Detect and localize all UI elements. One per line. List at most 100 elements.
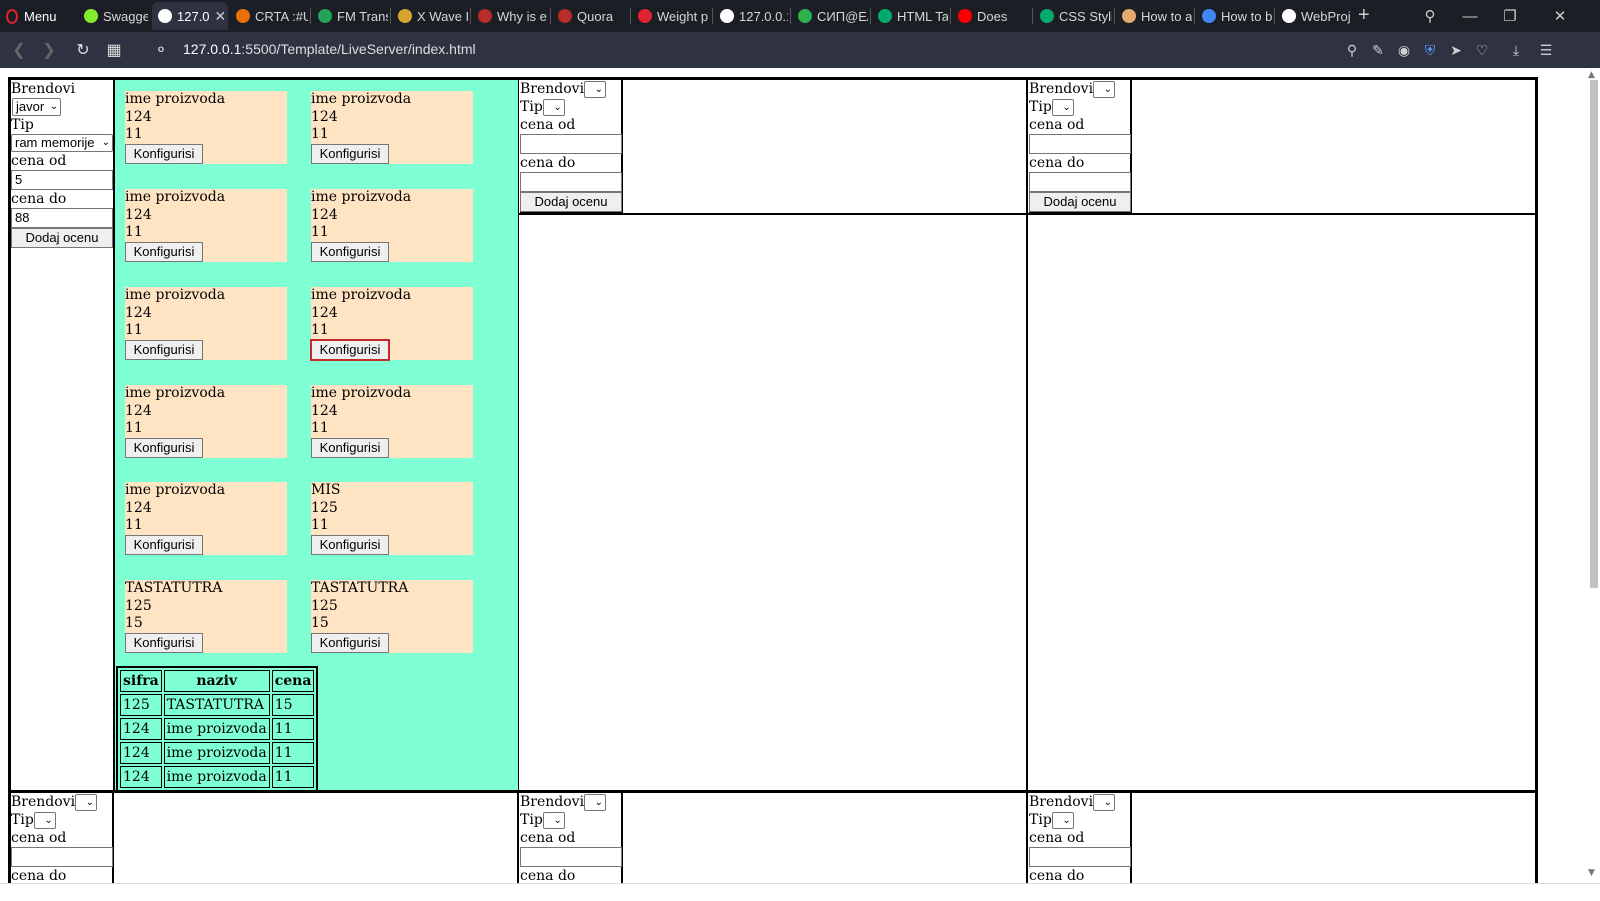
- add-rating-button[interactable]: Dodaj ocenu: [11, 228, 113, 248]
- type-select[interactable]: ⌄: [542, 811, 565, 829]
- brands-select[interactable]: ⌄: [584, 793, 607, 811]
- brands-label: Brendovi: [11, 81, 76, 97]
- configure-button[interactable]: Konfigurisi: [311, 242, 389, 262]
- product-code: 125: [311, 597, 338, 614]
- browser-tab[interactable]: Why is e: [472, 2, 548, 30]
- table-header: sifra: [120, 670, 162, 692]
- type-select[interactable]: ⌄: [1051, 811, 1074, 829]
- browser-tab[interactable]: How to b: [1196, 2, 1272, 30]
- tab-favicon-icon: [1040, 9, 1054, 23]
- brands-select[interactable]: ⌄: [584, 80, 607, 98]
- scrollbar-thumb[interactable]: [1590, 80, 1598, 588]
- price-from-input[interactable]: 5: [11, 170, 113, 190]
- brands-label: Brendovi: [520, 794, 585, 810]
- scroll-up-icon[interactable]: ▲: [1588, 70, 1595, 80]
- add-rating-button[interactable]: Dodaj ocenu: [1029, 192, 1131, 212]
- price-from-input[interactable]: [520, 847, 622, 867]
- easy-setup-icon[interactable]: ☰: [1534, 32, 1558, 68]
- browser-tab[interactable]: Weight p: [632, 2, 710, 30]
- shield-icon[interactable]: ⛨: [1418, 32, 1442, 68]
- heart-icon[interactable]: ♡: [1470, 32, 1494, 68]
- price-to-input[interactable]: [520, 172, 622, 192]
- browser-tab[interactable]: HTML Ta: [872, 2, 948, 30]
- brands-select[interactable]: javor ⌄: [12, 98, 62, 116]
- tab-label: WebProj: [1301, 8, 1351, 24]
- forward-button[interactable]: ❯: [36, 32, 62, 68]
- tab-favicon-icon: [878, 9, 892, 23]
- configure-button[interactable]: Konfigurisi: [125, 340, 203, 360]
- tab-label: How to a: [1141, 8, 1192, 24]
- tab-separator: [310, 8, 311, 24]
- page-scrollbar[interactable]: ▲ ▼: [1568, 68, 1600, 883]
- product-name: ime proizvoda: [125, 482, 226, 498]
- browser-tab[interactable]: Does: [952, 2, 1030, 30]
- configure-button[interactable]: Konfigurisi: [125, 633, 203, 653]
- close-tab-icon[interactable]: ✕: [215, 8, 227, 25]
- price-from-input[interactable]: [11, 847, 113, 867]
- table-cell: 125: [120, 694, 162, 716]
- browser-tab[interactable]: CSS Styli: [1034, 2, 1112, 30]
- product-name: ime proizvoda: [125, 385, 226, 401]
- restore-button[interactable]: ❐: [1490, 0, 1530, 32]
- browser-tab[interactable]: 127.0 ✕: [152, 2, 228, 30]
- configure-button[interactable]: Konfigurisi: [125, 535, 203, 555]
- minimize-button[interactable]: —: [1450, 0, 1490, 32]
- type-label: Tip: [1029, 812, 1052, 828]
- price-to-label: cena do: [520, 868, 576, 883]
- edit-icon[interactable]: ✎: [1366, 32, 1390, 68]
- browser-tab[interactable]: 127.0.0.1: [714, 2, 788, 30]
- send-icon[interactable]: ➤: [1444, 32, 1468, 68]
- browser-tab[interactable]: How to a: [1116, 2, 1192, 30]
- tabs-grid-icon[interactable]: ▦: [101, 32, 127, 68]
- browser-tab[interactable]: Swagger: [78, 2, 148, 30]
- url-field[interactable]: 127.0.0.1:5500/Template/LiveServer/index…: [183, 32, 476, 68]
- price-from-input[interactable]: [520, 134, 622, 154]
- browser-tab[interactable]: Quora: [552, 2, 628, 30]
- back-button[interactable]: ❮: [6, 32, 32, 68]
- type-select[interactable]: ⌄: [33, 811, 56, 829]
- product-card: ime proizvoda 124 11 Konfigurisi: [311, 385, 473, 458]
- site-info-icon[interactable]: ⚬: [148, 32, 174, 68]
- configure-button[interactable]: Konfigurisi: [125, 242, 203, 262]
- product-card: ime proizvoda 124 11 Konfigurisi: [125, 91, 287, 164]
- download-icon[interactable]: ⤓: [1504, 32, 1528, 68]
- browser-tab[interactable]: СИП@E/: [792, 2, 868, 30]
- type-select[interactable]: ram memorije ⌄: [11, 134, 113, 152]
- new-tab-button[interactable]: +: [1358, 0, 1370, 32]
- table-header-row: sifra naziv cena: [120, 670, 315, 692]
- configure-button[interactable]: Konfigurisi: [310, 339, 390, 361]
- reload-button[interactable]: ↻: [70, 32, 96, 68]
- configure-button[interactable]: Konfigurisi: [311, 633, 389, 653]
- brands-select[interactable]: ⌄: [75, 793, 98, 811]
- product-code: 124: [125, 108, 152, 125]
- brands-select[interactable]: ⌄: [1093, 793, 1116, 811]
- tab-label: How to b: [1221, 8, 1272, 24]
- type-select[interactable]: ⌄: [542, 98, 565, 116]
- configure-button[interactable]: Konfigurisi: [311, 438, 389, 458]
- search-tabs-icon[interactable]: ⚲: [1410, 0, 1450, 32]
- opera-menu-button[interactable]: Menu: [6, 0, 57, 32]
- browser-tab[interactable]: X Wave F: [392, 2, 468, 30]
- configure-button[interactable]: Konfigurisi: [311, 144, 389, 164]
- configure-button[interactable]: Konfigurisi: [125, 144, 203, 164]
- chevron-down-icon: ⌄: [49, 101, 59, 112]
- browser-tab[interactable]: CRTA :#U: [230, 2, 308, 30]
- configure-button[interactable]: Konfigurisi: [125, 438, 203, 458]
- brands-select[interactable]: ⌄: [1093, 80, 1116, 98]
- browser-tab[interactable]: WebProj: [1276, 2, 1354, 30]
- zoom-icon[interactable]: ⚲: [1340, 32, 1364, 68]
- price-to-input[interactable]: [1029, 172, 1131, 192]
- tab-label: CSS Styli: [1059, 8, 1112, 24]
- tab-favicon-icon: [236, 9, 250, 23]
- add-rating-button[interactable]: Dodaj ocenu: [520, 192, 622, 212]
- price-to-input[interactable]: 88: [11, 208, 113, 228]
- price-from-input[interactable]: [1029, 134, 1131, 154]
- table-cell: 124: [120, 718, 162, 740]
- price-from-input[interactable]: [1029, 847, 1131, 867]
- camera-icon[interactable]: ◉: [1392, 32, 1416, 68]
- type-select[interactable]: ⌄: [1051, 98, 1074, 116]
- close-window-button[interactable]: ✕: [1540, 0, 1580, 32]
- scroll-down-icon[interactable]: ▼: [1588, 868, 1595, 878]
- browser-tab[interactable]: FM Trans: [312, 2, 388, 30]
- configure-button[interactable]: Konfigurisi: [311, 535, 389, 555]
